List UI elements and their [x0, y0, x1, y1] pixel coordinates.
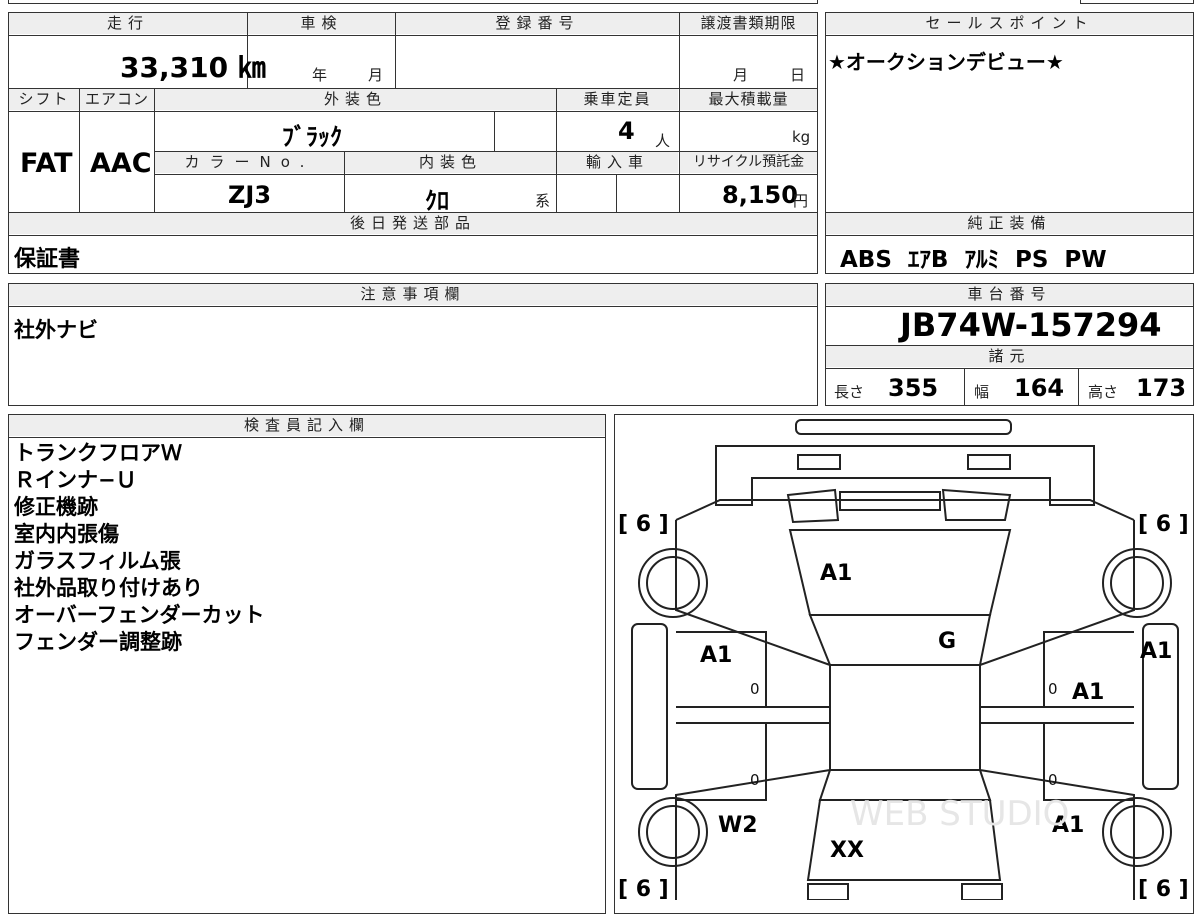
genuine-equipment-value: ABS ｴｱB ｱﾙﾐ PS PW [840, 247, 1107, 273]
top-strip [8, 0, 818, 4]
registration-header: 登録番号 [396, 13, 679, 34]
caution-header: 注意事項欄 [9, 284, 817, 305]
interior-color-header: 内装色 [345, 152, 556, 173]
inspection-year-unit: 年 [312, 66, 328, 84]
sales-point-header: セールスポイント [826, 13, 1193, 34]
capacity-header: 乗車定員 [557, 89, 678, 110]
aircon-header: エアコン [80, 89, 154, 110]
recycle-unit: 円 [793, 192, 809, 210]
inspector-note: ガラスフィルム張 [14, 549, 181, 573]
max-load-header: 最大積載量 [680, 89, 817, 110]
sales-point-value: ★オークションデビュー★ [828, 50, 1064, 74]
tire-bl-label: [ 6 ] [618, 877, 669, 900]
right-front-door-damage: A1 [1072, 680, 1104, 705]
transfer-day-unit: 日 [790, 66, 806, 84]
windshield-damage: G [938, 629, 956, 654]
genuine-equipment-header: 純正装備 [826, 213, 1193, 234]
exterior-color-header: 外装色 [155, 89, 556, 110]
car-diagram: [ 6 ] [ 6 ] [ 6 ] [ 6 ] A1 G A1 A1 A1 W2… [618, 419, 1189, 900]
color-no-header: カラーNo. [155, 152, 344, 173]
tire-br-label: [ 6 ] [1138, 877, 1189, 900]
left-front-damage: A1 [700, 643, 732, 668]
inspector-note: オーバーフェンダーカット [14, 603, 265, 627]
height-value: 173 [1136, 374, 1187, 402]
inspector-note: トランクフロアＷ [14, 441, 182, 465]
mileage-value: 33,310 ㎞ [120, 51, 266, 84]
right-top-strip [1080, 0, 1194, 4]
exterior-color-value: ﾌﾞﾗｯｸ [282, 123, 342, 151]
dimensions-header: 諸元 [826, 346, 1193, 367]
aircon-value: AAC [90, 148, 152, 179]
inspection-month-unit: 月 [368, 66, 384, 84]
length-value: 355 [888, 374, 939, 402]
caution-value: 社外ナビ [14, 318, 98, 342]
inspector-notes: トランクフロアＷ Ｒインナ−Ｕ 修正機跡 室内内張傷 ガラスフィルム張 社外品取… [14, 440, 265, 656]
transfer-deadline-header: 譲渡書類期限 [680, 13, 817, 34]
shift-value: FAT [20, 148, 73, 179]
capacity-unit: 人 [655, 132, 671, 150]
later-parts-header: 後日発送部品 [9, 213, 817, 234]
inspector-note: フェンダー調整跡 [14, 630, 182, 654]
rr-door-zero: 0 [1048, 771, 1058, 789]
lr-door-zero: 0 [750, 771, 760, 789]
length-label: 長さ [834, 383, 865, 401]
chassis-value: JB74W-157294 [900, 306, 1162, 344]
import-header: 輸入車 [557, 152, 678, 173]
shift-header: シフト [9, 89, 79, 110]
transfer-month-unit: 月 [733, 66, 749, 84]
tire-tr-label: [ 6 ] [1138, 512, 1189, 537]
lf-door-zero: 0 [750, 680, 760, 698]
later-parts-value: 保証書 [14, 247, 81, 272]
inspector-note: Ｒインナ−Ｕ [14, 468, 137, 492]
inspector-note: 修正機跡 [14, 495, 98, 519]
mileage-header: 走行 [9, 13, 247, 34]
capacity-value: 4 [618, 117, 635, 145]
max-load-unit: kg [792, 128, 811, 146]
chassis-header: 車台番号 [826, 284, 1193, 305]
inspection-header: 車検 [248, 13, 395, 34]
inspector-header: 検査員記入欄 [9, 415, 605, 436]
interior-color-suffix: 系 [535, 192, 551, 210]
inspector-note: 室内内張傷 [14, 522, 119, 546]
width-label: 幅 [974, 383, 990, 401]
recycle-header: リサイクル預託金 [680, 152, 817, 173]
watermark: WEB STUDIO [850, 794, 1069, 834]
tire-tl-label: [ 6 ] [618, 512, 669, 537]
inspector-note: 社外品取り付けあり [14, 576, 203, 600]
width-value: 164 [1014, 374, 1065, 402]
recycle-value: 8,150 [722, 181, 798, 209]
color-no-value: ZJ3 [228, 181, 272, 209]
interior-color-value: ｸﾛ [425, 187, 449, 215]
rf-door-zero: 0 [1048, 680, 1058, 698]
trunk-damage: XX [830, 838, 864, 863]
right-outer-damage: A1 [1140, 639, 1172, 664]
height-label: 高さ [1088, 383, 1119, 401]
hood-damage: A1 [820, 561, 852, 586]
left-rear-damage: W2 [718, 813, 758, 838]
